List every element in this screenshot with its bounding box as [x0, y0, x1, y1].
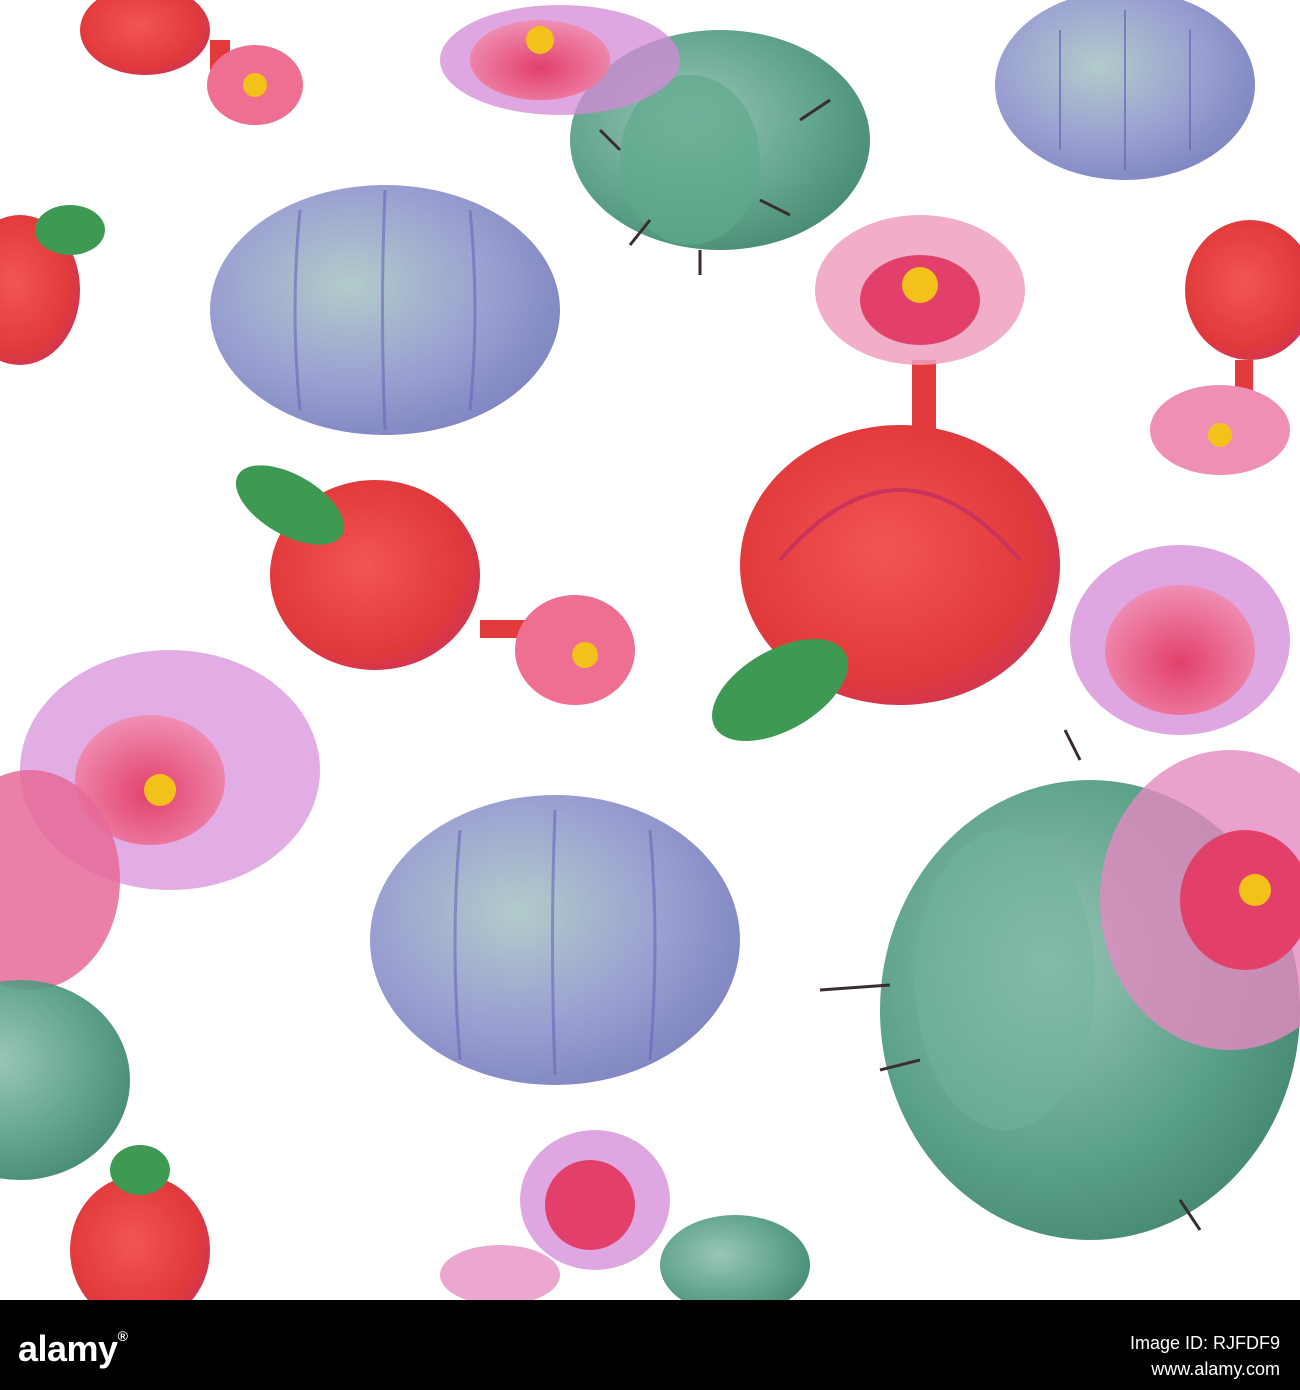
site-url: www.alamy.com [1151, 1359, 1280, 1380]
red-cactus-bottom-left [70, 1145, 210, 1300]
blue-cactus-upper-left [210, 185, 560, 435]
alamy-logo: alamy® [18, 1328, 128, 1369]
red-cactus-top-left [80, 0, 303, 125]
watercolor-cactus-pattern [0, 0, 1300, 1300]
red-cactus-left-edge [0, 205, 105, 365]
image-info: Image ID: RJFDF9 www.alamy.com [1130, 1330, 1280, 1382]
footer-bar: alamy® Image ID: RJFDF9 www.alamy.com [0, 1300, 1300, 1390]
red-cactus-right-edge [1150, 220, 1300, 475]
blue-cactus-top-right [995, 0, 1255, 180]
pink-flowers-left [0, 650, 320, 1180]
red-cactus-middle-left [235, 465, 635, 705]
image-id-label: Image ID: [1129, 1333, 1208, 1353]
red-cactus-center [712, 215, 1060, 742]
bottom-center-cluster [440, 1130, 810, 1300]
blue-cactus-lower-middle [370, 795, 740, 1085]
pink-flower-top-center [440, 5, 680, 115]
image-id: RJFDF9 [1213, 1333, 1280, 1353]
